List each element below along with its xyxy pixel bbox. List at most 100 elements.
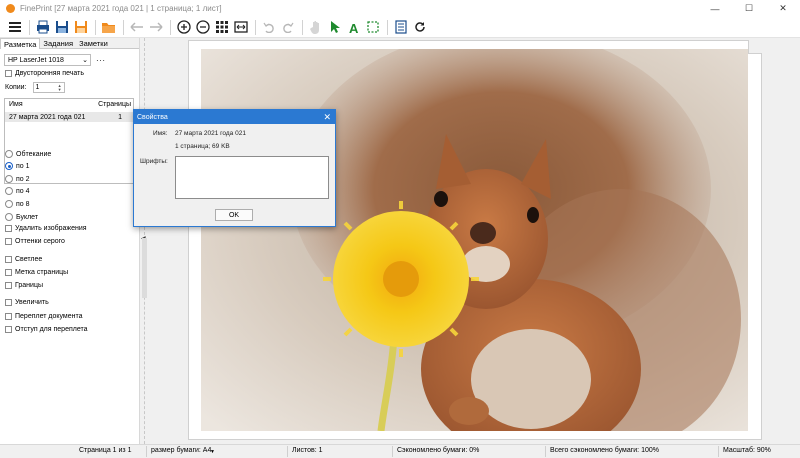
layout-option-booklet[interactable]: Буклет xyxy=(5,213,38,221)
tab-jobs[interactable]: Задания xyxy=(40,38,76,48)
checkbox[interactable] xyxy=(5,256,12,263)
column-pages-header[interactable]: Страницы xyxy=(98,101,131,109)
preview-area[interactable] xyxy=(149,38,800,444)
close-button[interactable]: ✕ xyxy=(766,0,800,17)
option-remove-images[interactable]: Удалить изображения xyxy=(5,225,87,232)
save-as-icon[interactable] xyxy=(72,19,89,36)
job-pages: 1 xyxy=(118,113,122,121)
radio-4up[interactable] xyxy=(5,187,13,195)
option-label: Границы xyxy=(15,282,43,289)
fit-icon[interactable] xyxy=(232,19,249,36)
printer-row: HP LaserJet 1018 ⌄ ··· xyxy=(4,54,106,66)
checkbox[interactable] xyxy=(5,282,12,289)
checkbox[interactable] xyxy=(5,225,12,232)
job-row[interactable]: 27 марта 2021 года 021 1 xyxy=(5,112,133,122)
back-icon[interactable] xyxy=(128,19,145,36)
option-page-mark[interactable]: Метка страницы xyxy=(5,269,68,276)
toolbar-separator xyxy=(95,19,96,35)
duplex-checkbox[interactable] xyxy=(5,70,12,77)
window-title: FinePrint [27 марта 2021 года 021 | 1 ст… xyxy=(20,4,222,13)
radio-wrap[interactable] xyxy=(5,150,13,158)
grid-icon[interactable] xyxy=(213,19,230,36)
option-grayscale[interactable]: Оттенки серого xyxy=(5,238,65,245)
checkbox[interactable] xyxy=(5,238,12,245)
zoom-out-icon[interactable] xyxy=(194,19,211,36)
tab-notes[interactable]: Заметки xyxy=(76,38,111,48)
dialog-close-icon[interactable]: ✕ xyxy=(323,112,331,122)
checkbox[interactable] xyxy=(5,313,12,320)
layout-option-label: по 4 xyxy=(16,187,30,195)
radio-2up[interactable] xyxy=(5,175,13,183)
maximize-button[interactable]: ☐ xyxy=(732,0,766,17)
tab-layout[interactable]: Разметка xyxy=(0,38,41,49)
status-divider xyxy=(718,446,719,457)
option-label: Светлее xyxy=(15,256,43,263)
splitter-grip[interactable] xyxy=(142,238,147,298)
layout-option-1up[interactable]: по 1 xyxy=(5,162,30,170)
layout-option-wrap[interactable]: Обтекание xyxy=(5,150,51,158)
properties-icon[interactable] xyxy=(392,19,409,36)
printer-select[interactable]: HP LaserJet 1018 ⌄ xyxy=(4,54,91,66)
radio-booklet[interactable] xyxy=(5,213,13,221)
refresh-icon[interactable] xyxy=(411,19,428,36)
dialog-title: Свойства xyxy=(137,113,168,121)
option-binding[interactable]: Переплет документа xyxy=(5,313,83,320)
status-saved: Сэкономлено бумаги: 0% xyxy=(397,447,480,454)
print-icon[interactable] xyxy=(34,19,51,36)
undo-icon[interactable] xyxy=(260,19,277,36)
status-divider xyxy=(287,446,288,457)
checkbox[interactable] xyxy=(5,326,12,333)
name-value: 27 марта 2021 года 021 xyxy=(175,130,246,137)
status-paper-size[interactable]: размер бумаги: A4 xyxy=(151,447,211,454)
select-rect-icon[interactable] xyxy=(364,19,381,36)
copies-stepper[interactable]: 1 ▲ ▼ xyxy=(32,82,65,93)
copies-value: 1 xyxy=(35,84,40,91)
paper-dropdown-icon[interactable]: ▼ xyxy=(210,449,215,455)
redo-icon[interactable] xyxy=(279,19,296,36)
panel-tabs: Разметка Задания Заметки xyxy=(0,38,139,49)
select-arrow-icon[interactable] xyxy=(326,19,343,36)
dialog-title-bar[interactable]: Свойства ✕ xyxy=(134,110,335,124)
status-total-saved: Всего сэкономлено бумаги: 100% xyxy=(550,447,659,454)
toolbar-separator xyxy=(255,19,256,35)
open-folder-icon[interactable] xyxy=(100,19,117,36)
save-icon[interactable] xyxy=(53,19,70,36)
radio-1up[interactable] xyxy=(5,162,13,170)
stepper-arrows-icon[interactable]: ▲ ▼ xyxy=(58,83,62,92)
text-icon[interactable]: A xyxy=(345,19,362,36)
checkbox[interactable] xyxy=(5,299,12,306)
radio-8up[interactable] xyxy=(5,200,13,208)
ok-button[interactable]: OK xyxy=(215,209,253,221)
printer-settings-button[interactable]: ··· xyxy=(96,56,106,65)
layout-option-4up[interactable]: по 4 xyxy=(5,187,30,195)
option-lighter[interactable]: Светлее xyxy=(5,256,42,263)
checkbox[interactable] xyxy=(5,269,12,276)
option-binding-margin[interactable]: Отступ для переплета xyxy=(5,326,88,333)
layout-option-2up[interactable]: по 2 xyxy=(5,175,30,183)
fonts-list[interactable] xyxy=(175,156,329,199)
copies-label: Копии: xyxy=(5,84,27,91)
toolbar-separator xyxy=(170,19,171,35)
minimize-button[interactable]: — xyxy=(698,0,732,17)
job-list[interactable]: Имя Страницы 27 марта 2021 года 021 1 xyxy=(4,98,134,184)
option-borders[interactable]: Границы xyxy=(5,282,43,289)
duplex-option[interactable]: Двусторонняя печать xyxy=(5,70,84,77)
duplex-label: Двусторонняя печать xyxy=(15,70,84,77)
app-logo-icon xyxy=(6,4,15,13)
option-label: Удалить изображения xyxy=(15,225,87,232)
option-label: Оттенки серого xyxy=(15,238,65,245)
layout-option-8up[interactable]: по 8 xyxy=(5,200,30,208)
forward-icon[interactable] xyxy=(147,19,164,36)
status-sheets: Листов: 1 xyxy=(292,447,323,454)
option-label: Увеличить xyxy=(15,299,49,306)
job-list-header: Имя Страницы xyxy=(5,99,133,109)
menu-icon[interactable] xyxy=(6,19,23,36)
hand-icon[interactable] xyxy=(307,19,324,36)
printer-select-value: HP LaserJet 1018 xyxy=(8,56,64,64)
panel-splitter[interactable]: ◀ xyxy=(141,38,149,444)
layout-option-label: по 8 xyxy=(16,200,30,208)
zoom-in-icon[interactable] xyxy=(175,19,192,36)
fonts-label: Шрифты: xyxy=(140,158,168,165)
column-name-header[interactable]: Имя xyxy=(9,101,23,109)
option-enlarge[interactable]: Увеличить xyxy=(5,299,49,306)
